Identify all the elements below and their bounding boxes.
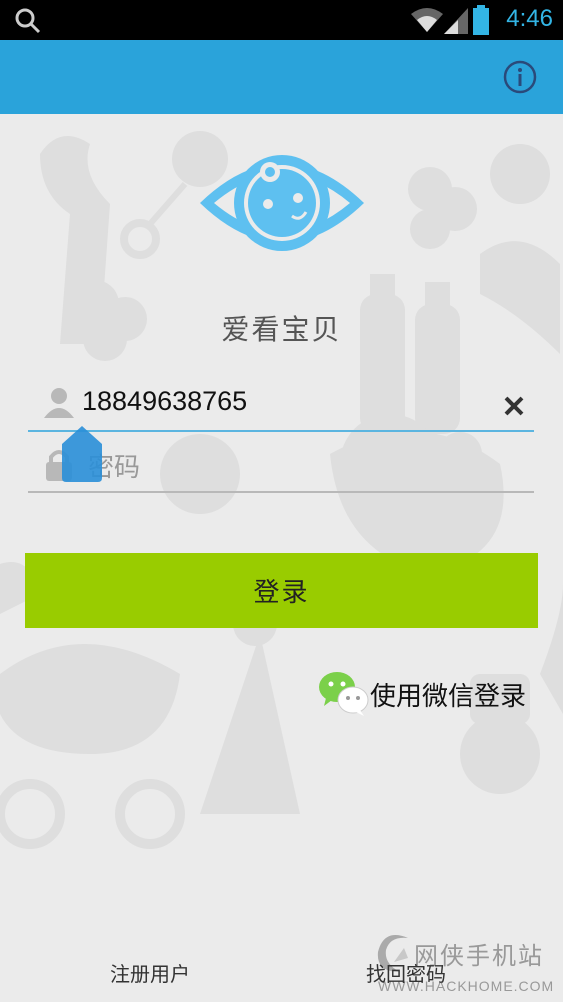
register-link[interactable]: 注册用户 — [110, 958, 190, 987]
signal-icon — [444, 8, 468, 34]
clear-icon[interactable] — [502, 394, 526, 418]
wechat-icon — [319, 672, 369, 716]
phone-input[interactable]: 18849638765 — [82, 386, 247, 417]
app-bar — [0, 40, 563, 114]
forgot-password-link[interactable]: 找回密码 — [366, 958, 446, 987]
wechat-login-label: 使用微信登录 — [370, 682, 527, 712]
app-title: 爱看宝贝 — [221, 313, 342, 346]
battery-icon — [473, 5, 489, 35]
wechat-login[interactable]: 使用微信登录 — [318, 670, 548, 718]
login-button[interactable]: 登录 — [25, 553, 538, 628]
wifi-icon — [411, 8, 443, 32]
clock: 4:46 — [506, 5, 553, 32]
text-cursor-handle[interactable] — [60, 424, 104, 484]
app-logo — [200, 155, 364, 251]
user-icon — [44, 388, 74, 418]
password-underline — [28, 491, 534, 493]
status-bar: 4:46 — [0, 0, 563, 40]
search-icon — [15, 8, 41, 34]
info-icon[interactable] — [503, 60, 537, 94]
